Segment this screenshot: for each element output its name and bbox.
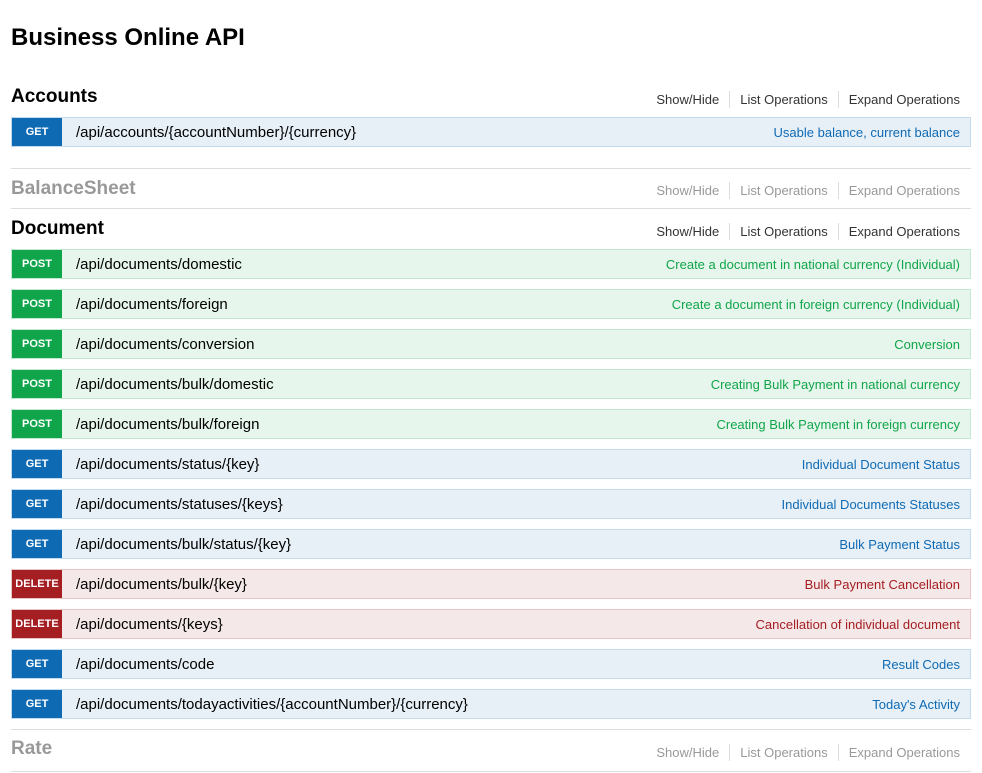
method-badge[interactable]: GET xyxy=(12,450,62,478)
list-operations-link[interactable]: List Operations xyxy=(730,744,839,761)
section-header: Accounts Show/Hide List Operations Expan… xyxy=(11,86,971,117)
operation-row[interactable]: GET /api/documents/statuses/{keys} Indiv… xyxy=(11,489,971,519)
operation-row[interactable]: POST /api/documents/foreign Create a doc… xyxy=(11,289,971,319)
operation-summary[interactable]: Bulk Payment Status xyxy=(839,537,960,552)
section-balancesheet: BalanceSheet Show/Hide List Operations E… xyxy=(11,168,971,209)
operation-summary[interactable]: Result Codes xyxy=(882,657,960,672)
operation-path[interactable]: /api/documents/conversion xyxy=(76,336,254,353)
operation-row[interactable]: DELETE /api/documents/bulk/{key} Bulk Pa… xyxy=(11,569,971,599)
section-links: Show/Hide List Operations Expand Operati… xyxy=(646,744,960,761)
method-badge[interactable]: GET xyxy=(12,530,62,558)
operation-path[interactable]: /api/documents/domestic xyxy=(76,256,242,273)
operation-row[interactable]: GET /api/documents/todayactivities/{acco… xyxy=(11,689,971,719)
section-header: BalanceSheet Show/Hide List Operations E… xyxy=(11,169,971,209)
section-accounts: Accounts Show/Hide List Operations Expan… xyxy=(11,86,971,157)
section-title-rate[interactable]: Rate xyxy=(11,738,52,760)
section-header: Document Show/Hide List Operations Expan… xyxy=(11,210,971,249)
method-badge[interactable]: POST xyxy=(12,290,62,318)
operation-summary[interactable]: Usable balance, current balance xyxy=(774,125,960,140)
operation-row[interactable]: GET /api/documents/code Result Codes xyxy=(11,649,971,679)
section-header: Rate Show/Hide List Operations Expand Op… xyxy=(11,730,971,772)
operation-row[interactable]: POST /api/documents/bulk/foreign Creatin… xyxy=(11,409,971,439)
operation-summary[interactable]: Cancellation of individual document xyxy=(755,617,960,632)
operation-summary[interactable]: Creating Bulk Payment in foreign currenc… xyxy=(716,417,960,432)
operation-path[interactable]: /api/documents/status/{key} xyxy=(76,456,259,473)
operation-summary[interactable]: Creating Bulk Payment in national curren… xyxy=(711,377,960,392)
list-operations-link[interactable]: List Operations xyxy=(730,91,839,108)
section-title-balancesheet[interactable]: BalanceSheet xyxy=(11,178,136,200)
list-operations-link[interactable]: List Operations xyxy=(730,223,839,240)
section-rate: Rate Show/Hide List Operations Expand Op… xyxy=(11,729,971,772)
operation-path[interactable]: /api/documents/todayactivities/{accountN… xyxy=(76,696,468,713)
method-badge[interactable]: DELETE xyxy=(12,610,62,638)
operation-row[interactable]: GET /api/accounts/{accountNumber}/{curre… xyxy=(11,117,971,147)
operation-path[interactable]: /api/documents/statuses/{keys} xyxy=(76,496,283,513)
section-title-document[interactable]: Document xyxy=(11,218,104,240)
method-badge[interactable]: POST xyxy=(12,250,62,278)
section-links: Show/Hide List Operations Expand Operati… xyxy=(646,223,960,240)
list-operations-link[interactable]: List Operations xyxy=(730,182,839,199)
section-links: Show/Hide List Operations Expand Operati… xyxy=(646,182,960,199)
operation-path[interactable]: /api/documents/bulk/{key} xyxy=(76,576,247,593)
page-title: Business Online API xyxy=(11,24,245,51)
expand-operations-link[interactable]: Expand Operations xyxy=(839,91,960,108)
operation-path[interactable]: /api/accounts/{accountNumber}/{currency} xyxy=(76,124,356,141)
operation-row[interactable]: POST /api/documents/domestic Create a do… xyxy=(11,249,971,279)
operation-summary[interactable]: Individual Documents Statuses xyxy=(782,497,960,512)
expand-operations-link[interactable]: Expand Operations xyxy=(839,744,960,761)
operation-summary[interactable]: Today's Activity xyxy=(872,697,960,712)
operation-row[interactable]: GET /api/documents/status/{key} Individu… xyxy=(11,449,971,479)
section-document: Document Show/Hide List Operations Expan… xyxy=(11,210,971,729)
operation-row[interactable]: DELETE /api/documents/{keys} Cancellatio… xyxy=(11,609,971,639)
method-badge[interactable]: GET xyxy=(12,690,62,718)
operation-path[interactable]: /api/documents/code xyxy=(76,656,214,673)
operation-summary[interactable]: Create a document in national currency (… xyxy=(666,257,960,272)
operation-path[interactable]: /api/documents/bulk/foreign xyxy=(76,416,259,433)
method-badge[interactable]: GET xyxy=(12,490,62,518)
operation-path[interactable]: /api/documents/foreign xyxy=(76,296,228,313)
operation-summary[interactable]: Create a document in foreign currency (I… xyxy=(672,297,960,312)
operation-summary[interactable]: Conversion xyxy=(894,337,960,352)
operation-row[interactable]: POST /api/documents/bulk/domestic Creati… xyxy=(11,369,971,399)
section-title-accounts[interactable]: Accounts xyxy=(11,86,98,108)
show-hide-link[interactable]: Show/Hide xyxy=(646,182,731,199)
method-badge[interactable]: DELETE xyxy=(12,570,62,598)
show-hide-link[interactable]: Show/Hide xyxy=(646,223,731,240)
method-badge[interactable]: POST xyxy=(12,370,62,398)
expand-operations-link[interactable]: Expand Operations xyxy=(839,182,960,199)
method-badge[interactable]: GET xyxy=(12,650,62,678)
operation-row[interactable]: GET /api/documents/bulk/status/{key} Bul… xyxy=(11,529,971,559)
operation-summary[interactable]: Individual Document Status xyxy=(802,457,960,472)
operation-path[interactable]: /api/documents/{keys} xyxy=(76,616,223,633)
operation-summary[interactable]: Bulk Payment Cancellation xyxy=(805,577,960,592)
show-hide-link[interactable]: Show/Hide xyxy=(646,744,731,761)
operation-row[interactable]: POST /api/documents/conversion Conversio… xyxy=(11,329,971,359)
expand-operations-link[interactable]: Expand Operations xyxy=(839,223,960,240)
show-hide-link[interactable]: Show/Hide xyxy=(646,91,731,108)
section-links: Show/Hide List Operations Expand Operati… xyxy=(646,91,960,108)
operation-path[interactable]: /api/documents/bulk/domestic xyxy=(76,376,274,393)
method-badge[interactable]: POST xyxy=(12,410,62,438)
method-badge[interactable]: POST xyxy=(12,330,62,358)
operation-path[interactable]: /api/documents/bulk/status/{key} xyxy=(76,536,291,553)
method-badge[interactable]: GET xyxy=(12,118,62,146)
